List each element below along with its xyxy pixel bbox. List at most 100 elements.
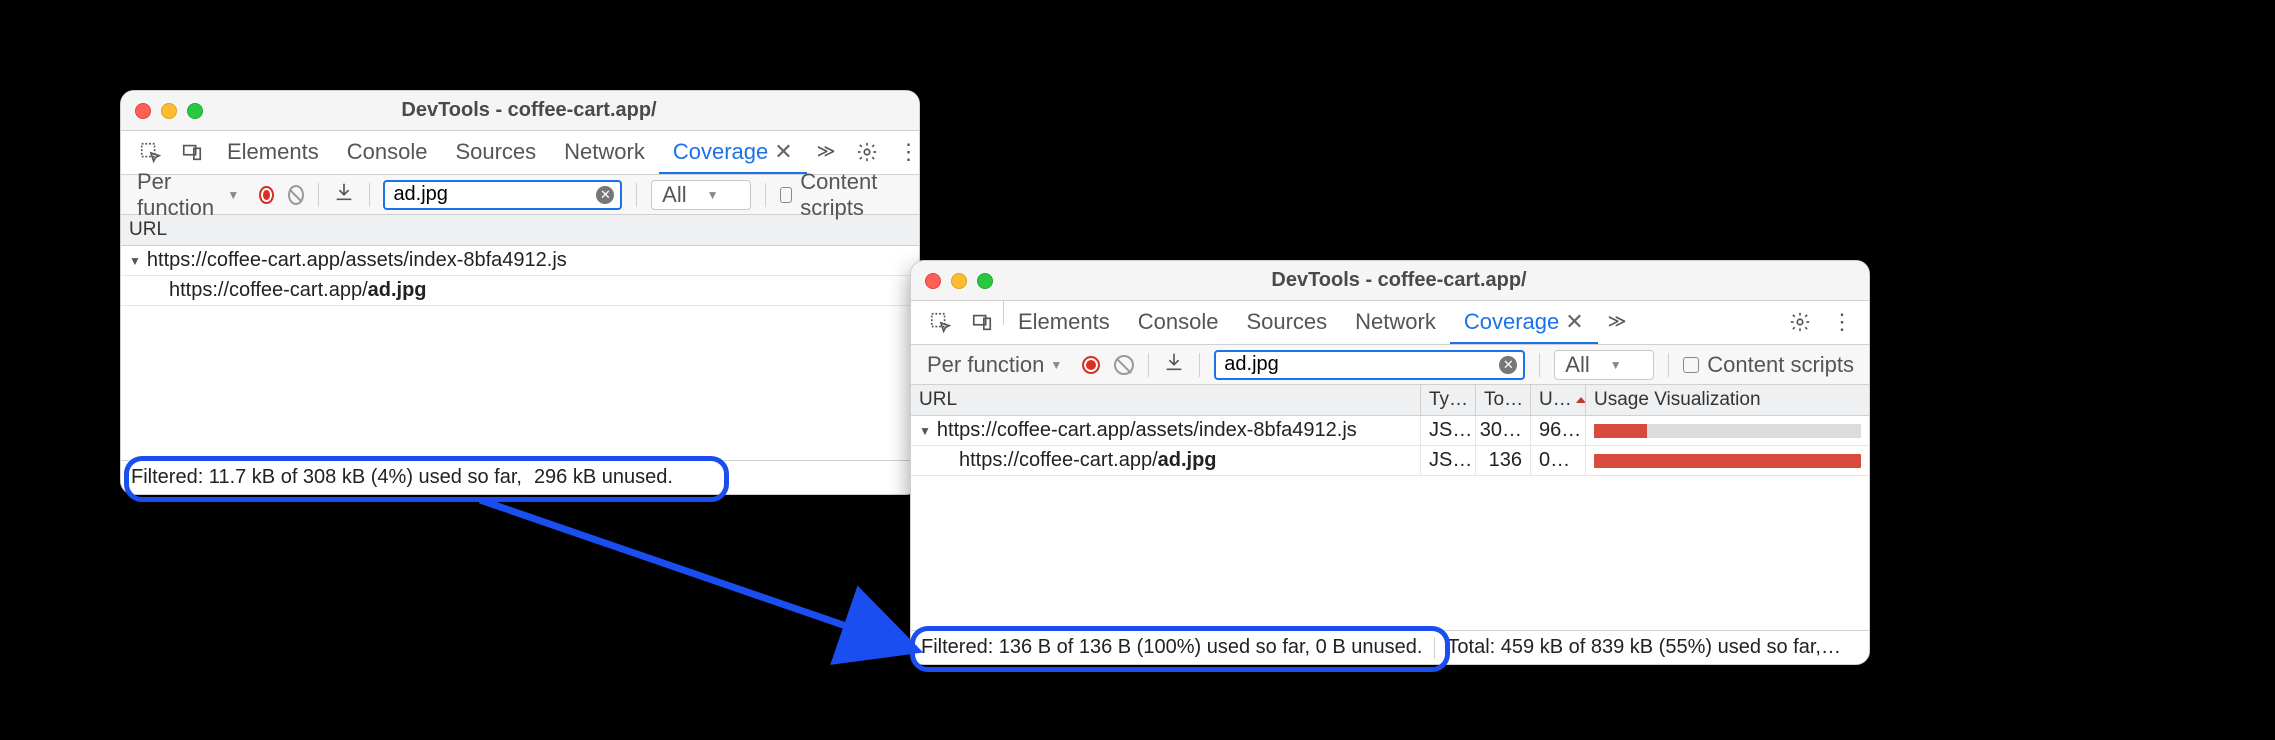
header-visualization[interactable]: Usage Visualization	[1586, 385, 1869, 415]
clear-filter-icon[interactable]: ✕	[1499, 356, 1517, 374]
table-headers: URL	[121, 215, 919, 246]
row-url-bold: ad.jpg	[368, 279, 427, 302]
main-tabbar: Elements Console Sources Network Coverag…	[911, 301, 1869, 345]
tab-coverage-label: Coverage	[673, 139, 768, 165]
close-tab-icon[interactable]: ✕	[774, 139, 792, 165]
zoom-window-button[interactable]	[187, 103, 203, 119]
clear-filter-icon[interactable]: ✕	[596, 186, 614, 204]
tab-coverage[interactable]: Coverage ✕	[1450, 301, 1598, 344]
row-total: 30…	[1476, 416, 1531, 445]
header-total[interactable]: To…	[1476, 385, 1531, 415]
window-title: DevTools - coffee-cart.app/	[1015, 269, 1783, 292]
tab-console[interactable]: Console	[333, 131, 442, 174]
content-scripts-checkbox[interactable]: Content scripts	[780, 169, 909, 221]
checkbox-box-icon	[780, 187, 792, 203]
row-url-prefix: https://coffee-cart.app/	[169, 279, 368, 302]
annotation-arrow-icon	[470, 490, 940, 670]
disclosure-triangle-icon[interactable]: ▼	[129, 254, 141, 268]
granularity-label: Per function	[137, 169, 221, 221]
row-url-bold: ad.jpg	[1158, 449, 1217, 472]
row-url: https://coffee-cart.app/assets/index-8bf…	[147, 249, 567, 272]
header-url[interactable]: URL	[911, 385, 1421, 415]
traffic-lights	[135, 103, 203, 119]
statusbar: Filtered: 136 B of 136 B (100%) used so …	[911, 630, 1869, 664]
clear-button-icon[interactable]	[1114, 355, 1134, 375]
url-filter-text[interactable]	[391, 182, 588, 207]
table-row[interactable]: ▼ https://coffee-cart.app/assets/index-8…	[911, 416, 1869, 446]
header-url[interactable]: URL	[121, 215, 919, 245]
row-unused: 96…	[1531, 416, 1586, 445]
table-row[interactable]: ▼ https://coffee-cart.app/assets/index-8…	[121, 246, 919, 276]
url-filter-input[interactable]: ✕	[1214, 350, 1525, 380]
coverage-toolbar: Per function ▼ ✕ All ▼ Content scripts	[121, 175, 919, 215]
close-window-button[interactable]	[925, 273, 941, 289]
traffic-lights	[925, 273, 993, 289]
content-scripts-label: Content scripts	[1707, 352, 1854, 378]
status-filtered: Filtered: 11.7 kB of 308 kB (4%) used so…	[131, 466, 522, 489]
devtools-window-left: DevTools - coffee-cart.app/ Elements Con…	[120, 90, 920, 495]
type-filter-dropdown[interactable]: All ▼	[651, 180, 751, 210]
coverage-table: ▼ https://coffee-cart.app/assets/index-8…	[911, 416, 1869, 476]
kebab-menu-icon[interactable]: ⋮	[1821, 301, 1861, 344]
tab-sources[interactable]: Sources	[441, 131, 550, 174]
row-usage-bar	[1586, 416, 1869, 445]
devtools-window-right: DevTools - coffee-cart.app/ Elements Con…	[910, 260, 1870, 665]
clear-button-icon[interactable]	[288, 185, 304, 205]
url-filter-text[interactable]	[1222, 352, 1491, 377]
titlebar[interactable]: DevTools - coffee-cart.app/	[121, 91, 919, 131]
chevron-down-icon: ▼	[707, 188, 719, 202]
row-type: JS…	[1421, 446, 1476, 475]
export-icon[interactable]	[333, 181, 355, 209]
row-total: 136	[1476, 446, 1531, 475]
url-filter-input[interactable]: ✕	[383, 180, 622, 210]
checkbox-box-icon	[1683, 357, 1699, 373]
statusbar: Filtered: 11.7 kB of 308 kB (4%) used so…	[121, 460, 919, 494]
status-unused: 296 kB unused.	[534, 466, 673, 489]
type-filter-label: All	[662, 182, 686, 208]
status-filtered: Filtered: 136 B of 136 B (100%) used so …	[921, 636, 1422, 659]
more-tabs-icon[interactable]: ≫	[1598, 301, 1637, 344]
granularity-dropdown[interactable]: Per function ▼	[921, 350, 1068, 380]
tab-console[interactable]: Console	[1124, 301, 1233, 344]
device-toggle-icon[interactable]	[961, 301, 1003, 344]
table-row[interactable]: https://coffee-cart.app/ad.jpg	[121, 276, 919, 306]
row-type: JS…	[1421, 416, 1476, 445]
minimize-window-button[interactable]	[161, 103, 177, 119]
inspect-icon[interactable]	[919, 301, 961, 344]
type-filter-dropdown[interactable]: All ▼	[1554, 350, 1654, 380]
header-unused-label: U…	[1539, 389, 1572, 411]
header-type[interactable]: Ty…	[1421, 385, 1476, 415]
row-usage-bar	[1586, 446, 1869, 475]
tab-network[interactable]: Network	[550, 131, 659, 174]
tab-sources[interactable]: Sources	[1232, 301, 1341, 344]
close-tab-icon[interactable]: ✕	[1565, 309, 1583, 335]
type-filter-label: All	[1565, 352, 1589, 378]
tab-network[interactable]: Network	[1341, 301, 1450, 344]
disclosure-triangle-icon[interactable]: ▼	[919, 424, 931, 438]
tab-coverage-label: Coverage	[1464, 309, 1559, 335]
window-title: DevTools - coffee-cart.app/	[225, 99, 833, 122]
sort-asc-icon	[1576, 397, 1586, 403]
zoom-window-button[interactable]	[977, 273, 993, 289]
close-window-button[interactable]	[135, 103, 151, 119]
chevron-down-icon: ▼	[1610, 358, 1622, 372]
tab-elements[interactable]: Elements	[1004, 301, 1124, 344]
settings-gear-icon[interactable]	[1779, 301, 1821, 344]
table-row[interactable]: https://coffee-cart.app/ad.jpg JS… 136 0…	[911, 446, 1869, 476]
granularity-label: Per function	[927, 352, 1044, 378]
content-scripts-checkbox[interactable]: Content scripts	[1683, 352, 1854, 378]
chevron-down-icon: ▼	[1050, 358, 1062, 372]
record-button-icon[interactable]	[259, 186, 274, 204]
row-url-prefix: https://coffee-cart.app/	[959, 449, 1158, 472]
export-icon[interactable]	[1163, 351, 1185, 379]
row-unused: 0…	[1531, 446, 1586, 475]
minimize-window-button[interactable]	[951, 273, 967, 289]
status-total: Total: 459 kB of 839 kB (55%) used so fa…	[1447, 636, 1841, 659]
header-unused[interactable]: U…	[1531, 385, 1586, 415]
row-url: https://coffee-cart.app/assets/index-8bf…	[937, 419, 1357, 442]
coverage-table: ▼ https://coffee-cart.app/assets/index-8…	[121, 246, 919, 306]
coverage-toolbar: Per function ▼ ✕ All ▼ Content scripts	[911, 345, 1869, 385]
table-headers: URL Ty… To… U… Usage Visualization	[911, 385, 1869, 416]
titlebar[interactable]: DevTools - coffee-cart.app/	[911, 261, 1869, 301]
record-button-icon[interactable]	[1082, 356, 1100, 374]
